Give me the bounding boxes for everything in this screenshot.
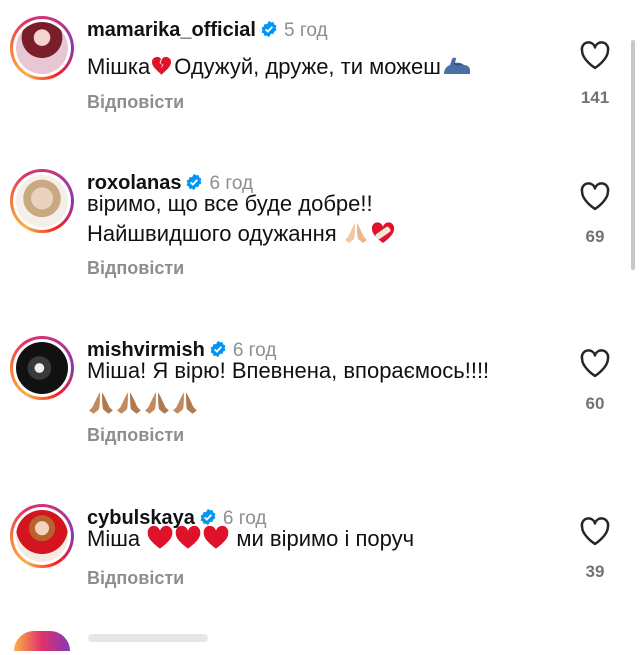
avatar[interactable] (10, 169, 74, 233)
folded-hands-emoji-icon (89, 392, 113, 414)
heart-outline-icon[interactable] (578, 181, 612, 211)
like-count: 60 (585, 394, 605, 413)
folded-hands-emoji-icon (145, 392, 169, 414)
comment-text: віримо, що все буде добре!! Найшвидшого … (87, 189, 547, 249)
username-link[interactable]: mamarika_official (87, 19, 256, 41)
avatar[interactable] (10, 336, 74, 400)
comment-item: mamarika_official 5 год Мішка Одужуй, друж… (0, 2, 640, 167)
comment-text: Міша ми віримо і поруч (87, 525, 415, 551)
like-count: 141 (580, 88, 610, 107)
next-comment-partial (0, 628, 640, 651)
flexed-biceps-emoji-icon (443, 57, 470, 74)
red-heart-emoji-icon (175, 525, 201, 549)
folded-hands-emoji-icon (173, 392, 197, 414)
scrollbar[interactable] (631, 40, 635, 270)
heart-outline-icon[interactable] (578, 348, 612, 378)
reply-button[interactable]: Відповісти (87, 258, 184, 279)
red-heart-emoji-icon (203, 525, 229, 549)
heart-outline-icon[interactable] (578, 40, 612, 70)
broken-heart-emoji-icon (152, 56, 172, 75)
avatar[interactable] (10, 16, 74, 80)
red-heart-emoji-icon (147, 525, 173, 549)
comment-item: roxolanas 6 год віримо, що все буде добре… (0, 155, 640, 320)
reply-button[interactable]: Відповісти (87, 92, 184, 113)
comment-timestamp: 5 год (283, 20, 328, 41)
mending-heart-emoji-icon (371, 222, 394, 243)
heart-outline-icon[interactable] (578, 516, 612, 546)
reply-button[interactable]: Відповісти (87, 568, 184, 589)
folded-hands-emoji-icon (117, 392, 141, 414)
like-count: 39 (585, 562, 605, 581)
avatar[interactable] (10, 504, 74, 568)
comment-text: Міша! Я вірю! Впевнена, впораємось!!!! (87, 356, 547, 420)
verified-badge-icon (261, 20, 277, 38)
like-count: 69 (585, 227, 605, 246)
comment-item: mishvirmish 6 год Міша! Я вірю! Впевнена,… (0, 322, 640, 487)
reply-button[interactable]: Відповісти (87, 425, 184, 446)
comment-text: Мішка Одужуй, друже, ти можеш (87, 52, 547, 82)
folded-hands-emoji-icon (344, 223, 367, 243)
